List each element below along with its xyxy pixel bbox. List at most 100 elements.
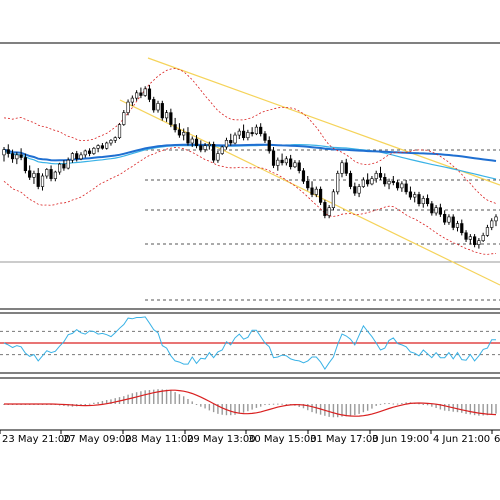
histogram-bar [84,404,86,405]
candle-body [194,138,199,146]
candle-body [212,144,216,161]
candle-body [224,140,229,148]
candle [246,129,250,141]
histogram-bar [401,403,403,405]
histogram-bar [431,404,433,407]
histogram-bar [478,404,480,416]
candle-body [280,159,284,164]
candle [481,232,485,242]
candle [152,96,156,113]
candle [156,100,160,113]
candle [421,195,425,208]
candle [105,141,109,150]
candle-body [160,103,164,119]
candle-body [79,154,83,160]
candle-body [53,171,57,179]
candle-body [306,180,310,189]
x-tick-label: 6 [494,434,500,445]
candle-body [36,173,40,187]
candle-body [23,157,27,172]
candle [357,183,361,198]
histogram-bar [461,404,463,413]
candle [353,182,357,196]
candle [263,131,267,143]
histogram-bar [242,404,245,413]
candle [494,214,498,227]
histogram-bar [281,403,283,405]
candle-body [233,134,237,144]
candle-body [122,112,126,125]
price-channel [119,57,500,286]
candle [344,158,348,176]
candle [212,141,216,163]
candle-body [10,153,15,160]
candle [408,186,413,200]
candle [464,230,468,242]
histogram-bar [307,404,309,411]
candle [233,132,237,145]
histogram-bar [264,404,266,406]
histogram-bar [272,403,275,405]
chart-canvas: 23 May 21:0027 May 09:0028 May 11:0029 M… [0,42,500,445]
candle [383,173,387,187]
candle [122,110,126,126]
candle-body [408,191,413,198]
candle [53,170,57,182]
candle [109,139,113,146]
histogram-panel-frame [0,377,500,431]
histogram-bar [234,404,236,415]
histogram-bar [212,404,215,413]
candle-body [70,153,75,161]
candle-body [477,240,481,245]
histogram-bar [469,404,472,415]
candle-body [464,232,468,240]
candle [336,170,340,195]
candle [164,110,169,122]
candle-body [447,216,451,223]
candle [447,214,451,225]
x-tick-label: 28 May 11:00 [125,434,194,445]
candle-body [353,186,357,194]
histogram-bar [337,404,339,418]
candle-body [45,169,49,177]
histogram-bar [422,404,424,405]
histogram-bar [358,404,360,414]
candle-body [40,175,45,187]
chart: 23 May 21:00 27 May 09:00 28 May 11:00 29 M… [0,0,500,500]
x-tick-label: 23 May 21:00 [2,434,71,445]
candle [276,157,280,171]
histogram-bar [371,404,373,409]
candle [460,219,464,236]
candle [160,100,164,121]
candle [139,87,143,99]
candle-body [147,88,152,100]
candle-body [473,236,477,245]
price-grid [145,149,500,301]
candle-body [331,191,336,208]
candle-body [246,132,250,139]
histogram-bar [384,403,386,405]
candle [250,127,254,137]
candle [100,143,104,150]
candle-body [32,173,36,178]
x-tick-label: 27 May 09:00 [63,434,132,445]
candle-body [494,216,498,222]
candle [241,124,246,141]
candle [387,178,391,190]
candle [36,168,40,190]
histogram-bar [97,402,99,404]
candle-body [216,153,220,161]
candle [96,144,100,153]
candle [340,160,344,178]
histogram-bar [221,404,223,415]
candle-body [92,147,96,154]
candle [216,150,220,163]
candle [443,210,447,225]
histogram-bar [255,404,258,408]
candle-body [443,213,447,223]
histogram-bar [208,404,211,411]
candle-body [229,140,233,144]
candle-body [314,188,318,195]
candle-body [289,158,293,168]
candle-body [310,187,314,195]
